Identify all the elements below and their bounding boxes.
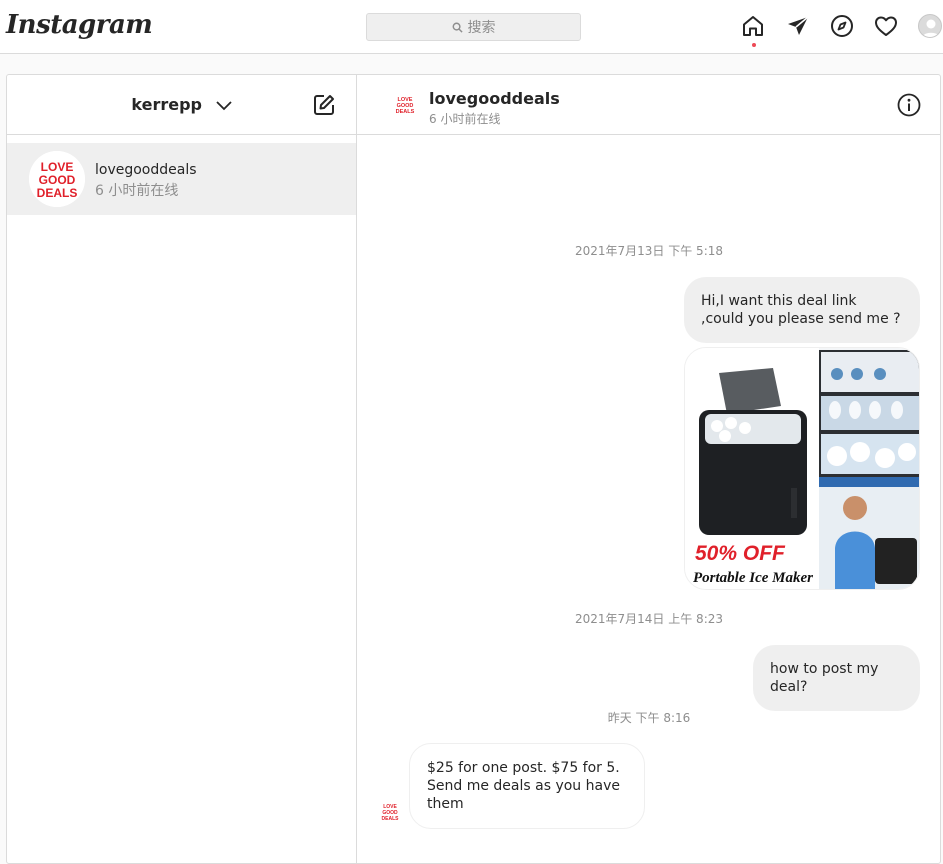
user-silhouette-icon [922,19,940,37]
message-bubble-received[interactable]: $25 for one post. $75 for 5. Send me dea… [409,743,645,829]
lovegooddeals-logo-small: LOVE GOOD DEALS [382,804,400,822]
lovegooddeals-logo-small: LOVE GOOD DEALS [396,97,415,115]
ice-maker-product-image: 50% OFF Portable Ice Maker [685,348,919,589]
svg-text:DEALS: DEALS [382,816,400,822]
thread-list-header: kerrepp [7,75,356,135]
thread-avatar: LOVE GOOD DEALS [29,151,85,207]
conversation-avatar[interactable]: LOVE GOOD DEALS [393,93,417,117]
message-image-sent[interactable]: 50% OFF Portable Ice Maker [684,347,920,590]
thread-item-lovegooddeals[interactable]: LOVE GOOD DEALS lovegooddeals 6 小时前在线 [7,143,356,215]
svg-text:50% OFF: 50% OFF [695,542,786,565]
message-bubble-sent[interactable]: how to post my deal? [753,645,920,711]
explore-compass-icon[interactable] [830,14,854,38]
info-icon[interactable] [897,93,921,117]
conversation-status: 6 小时前在线 [429,112,501,126]
chevron-down-icon [215,100,232,110]
profile-avatar[interactable] [918,14,942,38]
conversation-panel: LOVE GOOD DEALS lovegooddeals 6 小时前在线 20… [357,75,941,863]
direct-send-icon[interactable] [786,14,810,38]
svg-text:GOOD: GOOD [39,173,76,187]
svg-text:DEALS: DEALS [37,186,78,200]
instagram-logo[interactable]: Instagram [6,10,153,40]
conversation-name[interactable]: lovegooddeals [429,89,560,108]
svg-text:DEALS: DEALS [396,109,415,115]
conversation-header: LOVE GOOD DEALS lovegooddeals 6 小时前在线 [357,75,941,135]
thread-status: 6 小时前在线 [95,183,179,199]
account-name: kerrepp [131,95,203,114]
top-nav: Instagram 搜索 [0,0,943,54]
search-placeholder: 搜索 [467,20,496,36]
message-bubble-sent[interactable]: Hi,I want this deal link ,could you plea… [684,277,920,343]
sender-avatar[interactable]: LOVE GOOD DEALS [379,801,401,823]
thread-name: lovegooddeals [95,162,197,178]
lovegooddeals-logo: LOVE GOOD DEALS [29,151,85,207]
search-input[interactable]: 搜索 [366,13,581,41]
notification-dot [752,43,756,47]
timestamp: 2021年7月14日 上午 8:23 [574,612,724,626]
home-icon[interactable] [741,14,765,38]
direct-inbox: kerrepp LOVE GOOD DEALS lovegooddeals 6 … [6,74,941,864]
timestamp: 2021年7月13日 下午 5:18 [574,244,724,258]
search-icon [452,22,463,33]
svg-text:Portable Ice Maker: Portable Ice Maker [693,570,813,586]
svg-text:LOVE: LOVE [41,160,74,174]
new-message-icon[interactable] [312,93,336,117]
heart-icon[interactable] [874,14,898,38]
thread-list-panel: kerrepp LOVE GOOD DEALS lovegooddeals 6 … [7,75,357,863]
account-switcher[interactable]: kerrepp [7,95,356,114]
timestamp: 昨天 下午 8:16 [607,711,691,725]
